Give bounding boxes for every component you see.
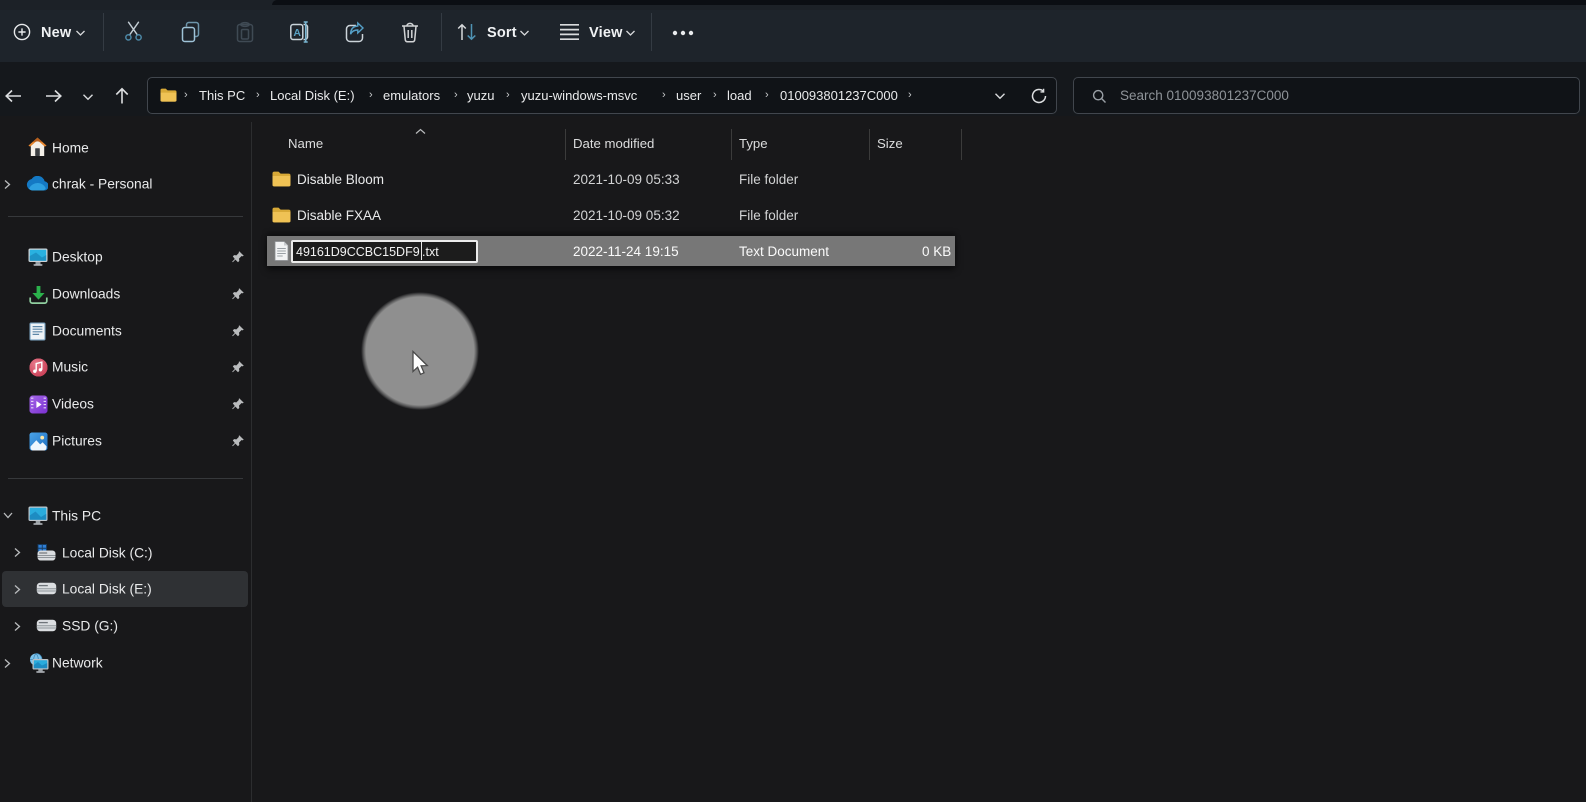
svg-text:A: A	[293, 27, 301, 39]
